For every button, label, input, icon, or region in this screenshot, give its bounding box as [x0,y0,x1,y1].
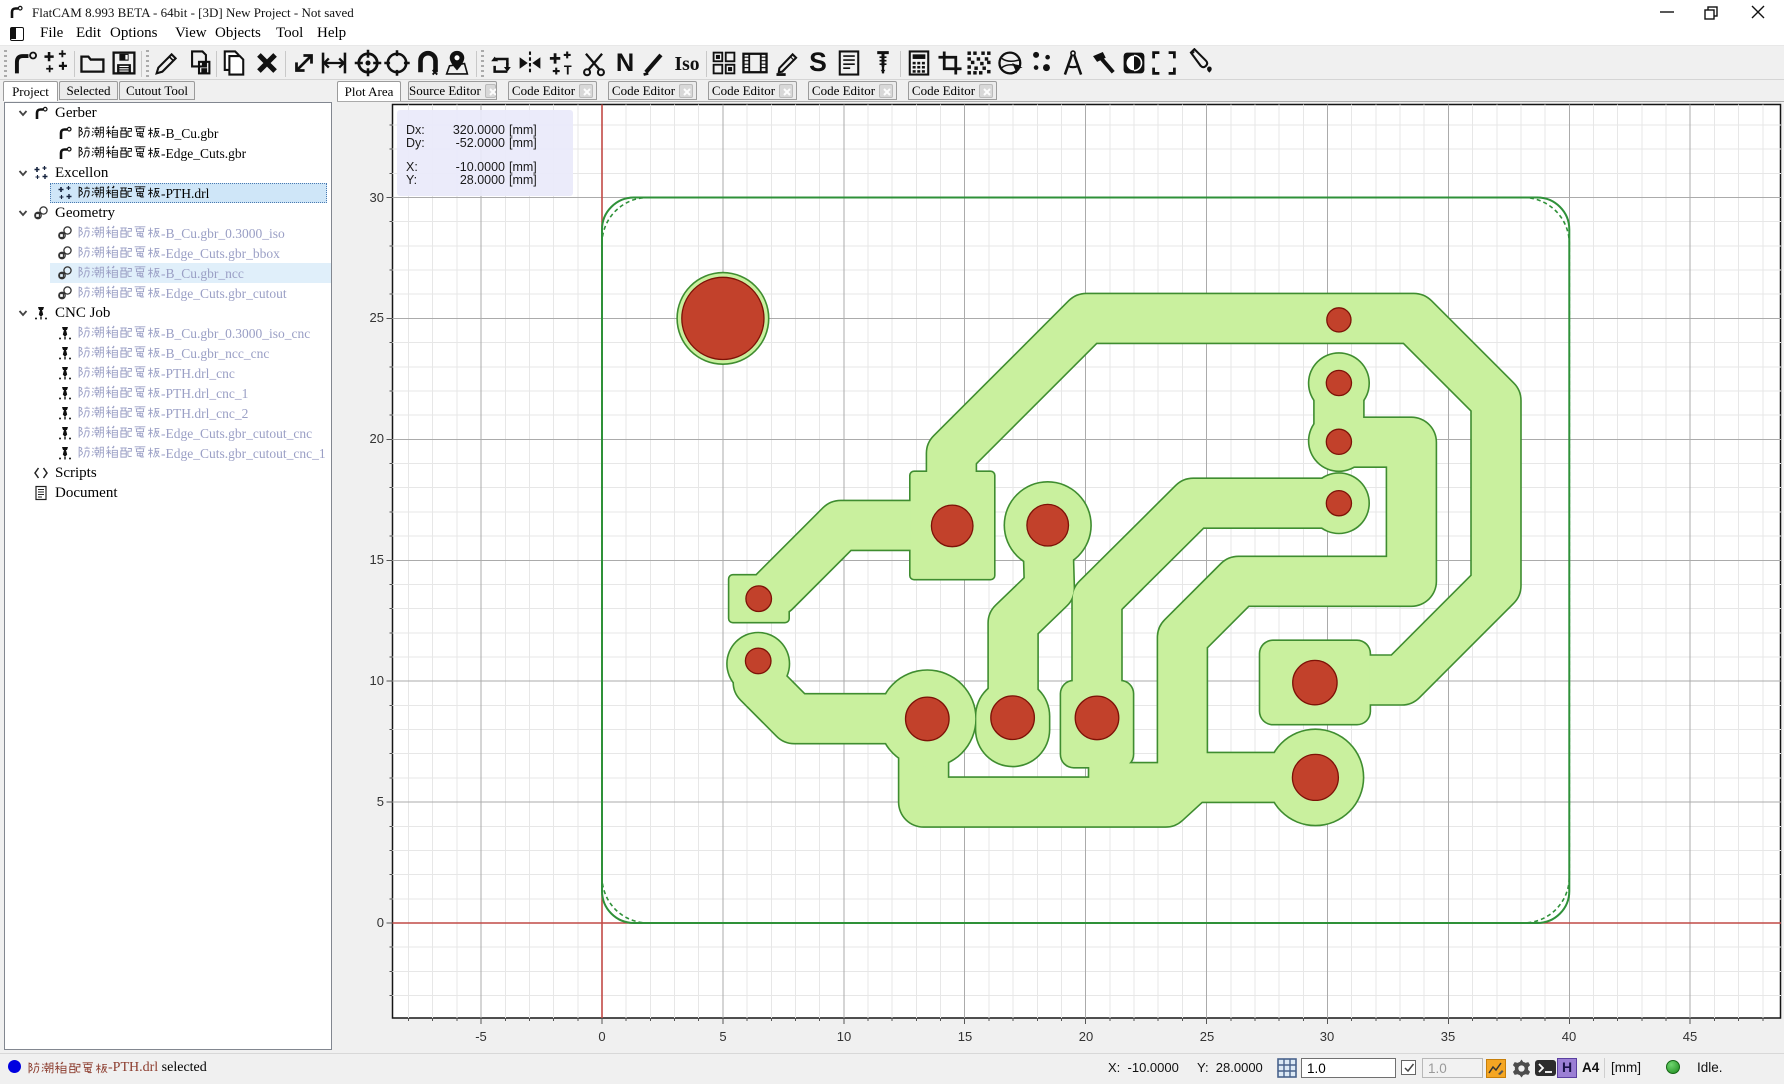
svg-text:S: S [809,48,827,77]
svg-text:N: N [616,49,634,77]
svg-text:Iso: Iso [674,54,699,75]
svg-text:T: T [564,64,572,78]
